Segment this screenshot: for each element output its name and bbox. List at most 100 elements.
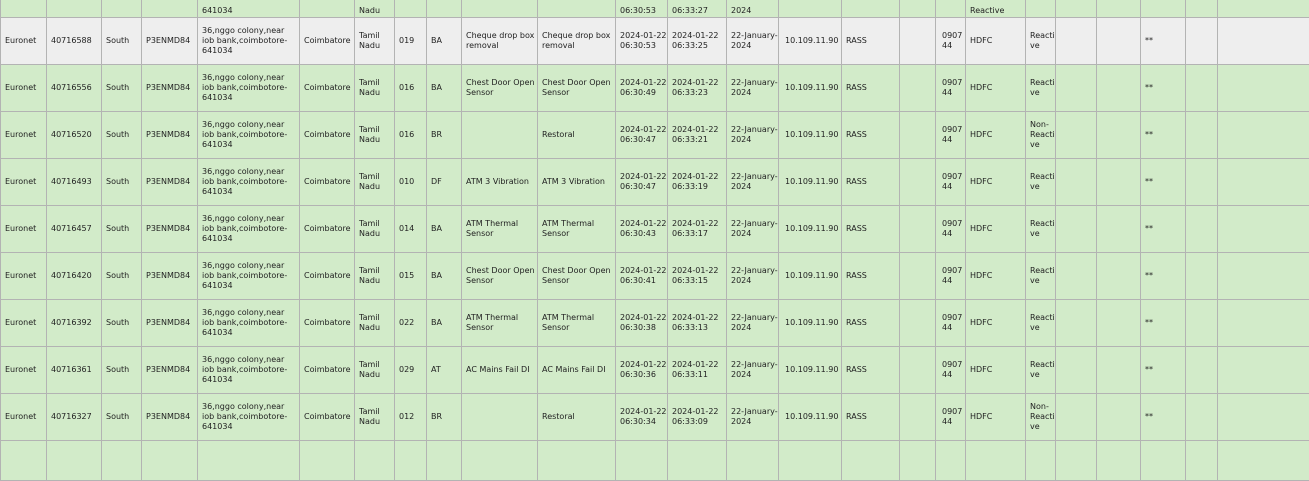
status-cell: Reactive — [1026, 347, 1056, 394]
atm-id-cell: P3ENMD84 — [142, 253, 198, 300]
flag-cell: ** — [1141, 394, 1186, 441]
alert-id-cell: 40716420 — [47, 253, 102, 300]
ip-cell: 10.109.11.90 — [779, 18, 842, 65]
table-row[interactable]: Euronet40716327SouthP3ENMD8436,nggo colo… — [1, 394, 1309, 441]
address-cell: 36,nggo colony,near iob bank,coimbotore-… — [198, 253, 300, 300]
ip-cell: 10.109.11.90 — [779, 253, 842, 300]
alarm-desc-cell: Restoral — [538, 112, 616, 159]
address-cell: 36,nggo colony,near iob bank,coimbotore-… — [198, 112, 300, 159]
ip-cell: 10.109.11.90 — [779, 206, 842, 253]
table-row[interactable]: Euronet40716392SouthP3ENMD8436,nggo colo… — [1, 300, 1309, 347]
empty-cell — [1218, 112, 1309, 159]
empty-cell — [1186, 159, 1218, 206]
city-cell: Coimbatore — [300, 253, 355, 300]
alarm-time-cell: 2024-01-22 06:30:41 — [616, 253, 668, 300]
state-cell: Tamil Nadu — [355, 253, 395, 300]
empty-cell — [900, 112, 936, 159]
bank-cell: HDFC — [966, 253, 1026, 300]
source-cell: RASS — [842, 18, 900, 65]
empty-cell — [1097, 300, 1141, 347]
recv-time-cell: 2024-01-22 06:33:11 — [668, 347, 727, 394]
empty-cell — [1218, 347, 1309, 394]
table-row[interactable]: Euronet40716420SouthP3ENMD8436,nggo colo… — [1, 253, 1309, 300]
empty-cell — [1218, 65, 1309, 112]
empty-cell — [900, 300, 936, 347]
date-cell: 22-January-2024 — [727, 253, 779, 300]
atm-id-cell: P3ENMD84 — [142, 347, 198, 394]
bank-cell: HDFC — [966, 394, 1026, 441]
flag-cell: ** — [1141, 159, 1186, 206]
table-row[interactable]: Euronet40716361SouthP3ENMD8436,nggo colo… — [1, 347, 1309, 394]
table-row[interactable]: Euronet40716457SouthP3ENMD8436,nggo colo… — [1, 206, 1309, 253]
address-cell: 641034 — [198, 0, 300, 18]
address-cell: 36,nggo colony,near iob bank,coimbotore-… — [198, 300, 300, 347]
status-cell: Reactive — [1026, 65, 1056, 112]
alarm-cell: Chest Door Open Sensor — [462, 253, 538, 300]
source-cell: RASS — [842, 347, 900, 394]
state-cell: Tamil Nadu — [355, 159, 395, 206]
flag-cell: ** — [1141, 18, 1186, 65]
status-cell: Reactive — [1026, 18, 1056, 65]
city-cell: Coimbatore — [300, 18, 355, 65]
empty-cell — [1056, 112, 1097, 159]
alert-id-cell: 40716327 — [47, 394, 102, 441]
type-cell: BA — [427, 300, 462, 347]
branch-cell: 090744 — [936, 394, 966, 441]
region-cell: South — [102, 112, 142, 159]
table-row[interactable]: Euronet40716588SouthP3ENMD8436,nggo colo… — [1, 18, 1309, 65]
empty-cell — [1186, 347, 1218, 394]
alarm-time-cell: 2024-01-22 06:30:38 — [616, 300, 668, 347]
alert-id-cell: 40716588 — [47, 18, 102, 65]
table-row-partial[interactable]: 641034 Nadu 06:30:53 06:33:27 2024 React… — [1, 0, 1309, 18]
empty-cell — [1186, 300, 1218, 347]
type-cell: BA — [427, 18, 462, 65]
alarm-time-cell: 2024-01-22 06:30:34 — [616, 394, 668, 441]
date-cell: 22-January-2024 — [727, 394, 779, 441]
vendor-cell: Euronet — [1, 159, 47, 206]
atm-id-cell: P3ENMD84 — [142, 112, 198, 159]
region-cell: South — [102, 206, 142, 253]
status-cell: Reactive — [1026, 159, 1056, 206]
empty-cell — [1056, 18, 1097, 65]
bank-cell: HDFC — [966, 65, 1026, 112]
state-cell: Tamil Nadu — [355, 18, 395, 65]
bank-cell: HDFC — [966, 159, 1026, 206]
empty-cell — [1097, 394, 1141, 441]
empty-cell — [1097, 159, 1141, 206]
table-row[interactable]: Euronet40716493SouthP3ENMD8436,nggo colo… — [1, 159, 1309, 206]
vendor-cell: Euronet — [1, 206, 47, 253]
empty-cell — [1056, 65, 1097, 112]
vendor-cell: Euronet — [1, 394, 47, 441]
empty-cell — [900, 394, 936, 441]
state-cell: Tamil Nadu — [355, 206, 395, 253]
status-cell: Reactive — [1026, 300, 1056, 347]
type-cell: BA — [427, 65, 462, 112]
alarm-desc-cell: Chest Door Open Sensor — [538, 65, 616, 112]
ip-cell: 10.109.11.90 — [779, 394, 842, 441]
table-row[interactable]: Euronet40716520SouthP3ENMD8436,nggo colo… — [1, 112, 1309, 159]
empty-cell — [900, 159, 936, 206]
date-cell: 2024 — [727, 0, 779, 18]
status-cell: Non-Reactive — [1026, 112, 1056, 159]
table-row[interactable]: Euronet40716556SouthP3ENMD8436,nggo colo… — [1, 65, 1309, 112]
source-cell: RASS — [842, 159, 900, 206]
table-row-partial-bottom[interactable] — [1, 441, 1309, 481]
state-cell: Tamil Nadu — [355, 112, 395, 159]
type-cell: BA — [427, 206, 462, 253]
alarm-desc-cell: ATM 3 Vibration — [538, 159, 616, 206]
empty-cell — [1186, 206, 1218, 253]
alarm-desc-cell: Cheque drop box removal — [538, 18, 616, 65]
empty-cell — [1097, 206, 1141, 253]
vendor-cell: Euronet — [1, 347, 47, 394]
alert-id-cell: 40716392 — [47, 300, 102, 347]
empty-cell — [1186, 394, 1218, 441]
empty-cell — [1218, 300, 1309, 347]
type-cell: AT — [427, 347, 462, 394]
alarm-time-cell: 06:30:53 — [616, 0, 668, 18]
atm-id-cell: P3ENMD84 — [142, 394, 198, 441]
alarm-cell: ATM Thermal Sensor — [462, 206, 538, 253]
empty-cell — [1218, 253, 1309, 300]
alarm-time-cell: 2024-01-22 06:30:36 — [616, 347, 668, 394]
empty-cell — [900, 65, 936, 112]
vendor-cell: Euronet — [1, 18, 47, 65]
